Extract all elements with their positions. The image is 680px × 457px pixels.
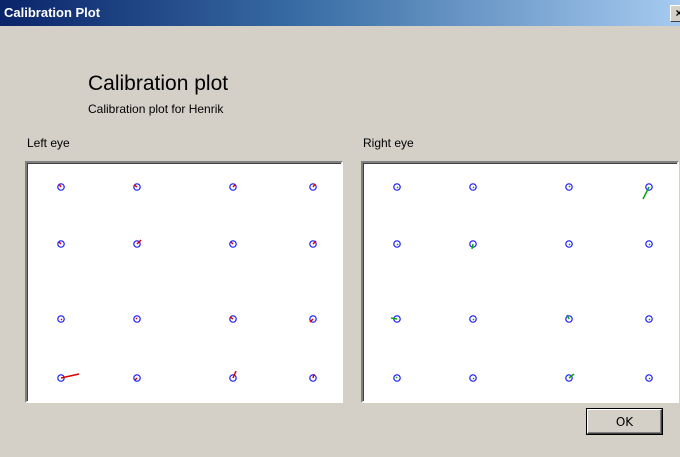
left-eye-calibration-point xyxy=(133,183,141,191)
left-eye-gaze-error-line xyxy=(232,184,236,188)
right-eye-gaze-error-line xyxy=(472,377,475,380)
left-eye-calibration-point xyxy=(309,183,317,191)
title-bar: Calibration Plot × xyxy=(0,0,680,26)
left-eye-label: Left eye xyxy=(27,136,70,150)
close-button[interactable]: × xyxy=(670,5,680,22)
right-eye-calibration-point xyxy=(645,315,653,323)
right-eye-gaze-error-line xyxy=(472,186,475,189)
right-eye-calibration-point xyxy=(565,373,575,382)
left-eye-calibration-point xyxy=(57,240,65,248)
left-eye-gaze-error-line xyxy=(134,377,138,381)
left-eye-gaze-error-line xyxy=(60,318,63,321)
ok-button[interactable]: OK xyxy=(587,409,662,434)
left-eye-calibration-point xyxy=(309,373,317,382)
window-title: Calibration Plot xyxy=(4,5,101,20)
left-eye-calibration-point xyxy=(229,240,237,248)
left-eye-gaze-error-line xyxy=(230,241,234,245)
left-eye-calibration-point xyxy=(309,240,317,248)
right-eye-calibration-point xyxy=(565,183,573,191)
right-eye-calibration-point xyxy=(469,183,477,191)
left-eye-gaze-error-line xyxy=(58,183,62,188)
right-eye-gaze-error-line xyxy=(472,318,475,321)
right-eye-gaze-error-line xyxy=(648,318,651,321)
right-eye-gaze-error-line xyxy=(471,243,474,250)
left-eye-gaze-error-line xyxy=(309,318,314,323)
right-eye-gaze-error-line xyxy=(396,186,399,189)
right-eye-calibration-point xyxy=(469,240,477,250)
left-eye-calibration-point xyxy=(57,315,65,323)
left-eye-gaze-error-line xyxy=(229,316,234,320)
left-eye-gaze-error-line xyxy=(58,241,62,245)
right-eye-gaze-error-line xyxy=(648,243,651,246)
left-eye-calibration-point xyxy=(133,315,141,323)
right-eye-calibration-point xyxy=(393,374,401,382)
right-eye-calibration-point xyxy=(469,374,477,382)
right-eye-calibration-point xyxy=(645,240,653,248)
left-eye-calibration-point xyxy=(133,239,142,248)
left-eye-gaze-error-line xyxy=(312,183,316,188)
right-eye-gaze-error-line xyxy=(390,317,398,320)
right-eye-calibration-point xyxy=(565,240,573,248)
right-eye-calibration-point xyxy=(390,315,401,323)
left-eye-calibration-point xyxy=(229,370,237,382)
left-eye-plot-canvas xyxy=(57,183,317,382)
left-eye-calibration-point xyxy=(57,183,65,191)
left-eye-calibration-point xyxy=(309,315,317,323)
right-eye-gaze-error-line xyxy=(648,377,651,380)
left-eye-gaze-error-line xyxy=(133,184,138,188)
right-eye-gaze-error-line xyxy=(395,376,398,379)
right-eye-calibration-point xyxy=(565,314,573,323)
right-eye-gaze-error-line xyxy=(396,243,399,246)
left-eye-gaze-error-line xyxy=(312,373,315,379)
left-eye-calibration-point xyxy=(229,183,237,191)
right-eye-gaze-error-line xyxy=(568,243,571,246)
right-eye-calibration-point xyxy=(469,315,477,323)
left-eye-calibration-point xyxy=(57,373,80,382)
close-icon: × xyxy=(675,6,680,20)
left-eye-plot xyxy=(25,161,343,403)
right-eye-label: Right eye xyxy=(363,136,414,150)
left-eye-gaze-error-line xyxy=(312,240,317,245)
right-eye-plot-canvas xyxy=(390,183,653,382)
left-eye-gaze-error-line xyxy=(135,317,138,320)
right-eye-calibration-point xyxy=(393,183,401,191)
right-eye-calibration-point xyxy=(645,374,653,382)
left-eye-calibration-point xyxy=(229,315,237,323)
page-title: Calibration plot xyxy=(88,72,229,95)
right-eye-plot xyxy=(361,161,679,403)
left-eye-calibration-point xyxy=(133,374,141,382)
right-eye-gaze-error-line xyxy=(568,185,571,188)
page-subtitle: Calibration plot for Henrik xyxy=(88,102,224,116)
right-eye-calibration-point xyxy=(642,183,653,200)
right-eye-calibration-point xyxy=(393,240,401,248)
